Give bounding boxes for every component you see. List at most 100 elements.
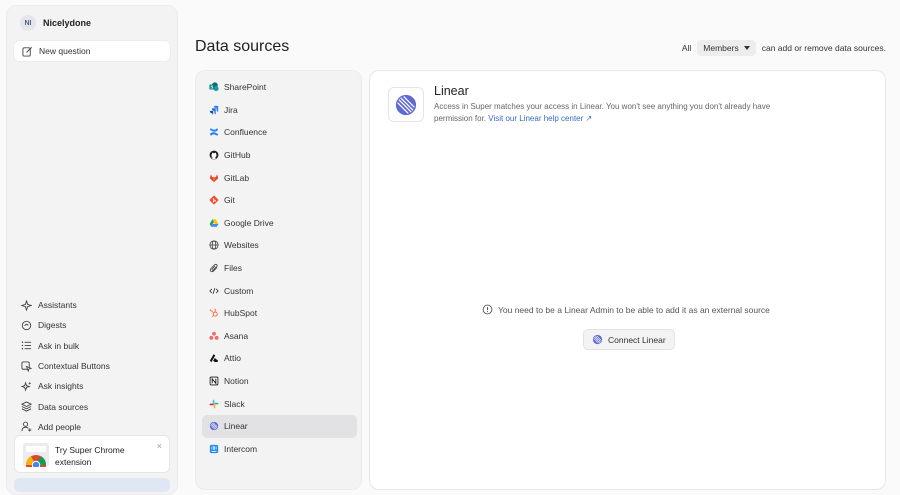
sidebar-item-ask-in-bulk[interactable]: Ask in bulk — [21, 336, 110, 356]
chrome-extension-promo[interactable]: Try Super Chrome extension × — [14, 435, 170, 473]
permission-suffix: can add or remove data sources. — [761, 43, 886, 53]
source-item-label: Websites — [224, 240, 259, 251]
sidebar-item-data-sources[interactable]: Data sources — [21, 396, 110, 416]
globe-icon — [208, 240, 219, 251]
notion-icon — [208, 376, 219, 387]
hubspot-icon — [208, 308, 219, 319]
list-icon — [21, 340, 32, 351]
sidebar-item-label: Assistants — [38, 300, 77, 311]
source-item-hubspot[interactable]: HubSpot — [202, 302, 357, 325]
source-detail-panel: Linear Access in Super matches your acce… — [369, 70, 886, 490]
sidebar-item-label: Contextual Buttons — [38, 361, 110, 372]
source-item-label: Linear — [224, 421, 248, 432]
source-item-asana[interactable]: Asana — [202, 325, 357, 348]
github-icon — [208, 150, 219, 161]
members-dropdown[interactable]: Members — [697, 40, 756, 56]
sidebar-item-digests[interactable]: Digests — [21, 315, 110, 335]
workspace-switcher[interactable]: NI Nicelydone — [20, 15, 91, 31]
source-item-label: Confluence — [224, 127, 268, 138]
svg-text:S: S — [210, 85, 213, 90]
linear-icon — [208, 421, 219, 432]
promo-text: Try Super Chrome extension — [55, 445, 125, 467]
source-item-jira[interactable]: Jira — [202, 99, 357, 122]
sidebar-item-label: Add people — [38, 421, 82, 432]
source-item-sharepoint[interactable]: S SharePoint — [202, 76, 357, 99]
code-icon — [208, 285, 219, 296]
source-item-label: Jira — [224, 104, 238, 115]
attio-icon — [208, 353, 219, 364]
source-item-websites[interactable]: Websites — [202, 234, 357, 257]
source-item-github[interactable]: GitHub — [202, 144, 357, 167]
source-item-label: HubSpot — [224, 308, 258, 319]
sparkle-icon — [21, 299, 32, 311]
edit-icon — [22, 46, 33, 57]
source-item-label: Slack — [224, 398, 245, 409]
source-item-slack[interactable]: Slack — [202, 392, 357, 415]
confluence-icon — [208, 127, 219, 138]
git-icon — [208, 195, 219, 206]
layers-icon — [21, 401, 32, 412]
linear-logo-icon — [388, 87, 424, 122]
chrome-logo-icon — [23, 443, 49, 467]
admin-required-text: You need to be a Linear Admin to be able… — [498, 304, 770, 315]
sidebar-item-label: Digests — [38, 320, 67, 331]
data-source-list: S SharePoint Jira Confluence GitHub GitL… — [202, 76, 357, 460]
google-drive-icon — [208, 217, 219, 228]
new-question-label: New question — [39, 46, 91, 56]
connect-linear-label: Connect Linear — [608, 334, 666, 345]
sidebar-item-ask-insights[interactable]: Ask insights — [21, 376, 110, 396]
source-item-custom[interactable]: Custom — [202, 279, 357, 302]
sidebar-nav: Assistants Digests Ask in bulk Contextua… — [21, 295, 110, 437]
paperclip-icon — [208, 263, 219, 274]
slack-icon — [208, 398, 219, 409]
close-icon[interactable]: × — [157, 441, 162, 451]
source-item-label: GitHub — [224, 150, 251, 161]
data-source-list-panel: S SharePoint Jira Confluence GitHub GitL… — [195, 70, 362, 490]
connect-linear-button[interactable]: Connect Linear — [583, 329, 675, 350]
gitlab-icon — [208, 172, 219, 183]
sidebar-item-assistants[interactable]: Assistants — [21, 295, 110, 315]
source-item-notion[interactable]: Notion — [202, 370, 357, 393]
workspace-name: Nicelydone — [43, 18, 92, 28]
source-item-label: Notion — [224, 376, 249, 387]
cursor-button-icon — [21, 360, 32, 372]
source-item-label: Files — [224, 263, 242, 274]
permission-prefix: All — [681, 43, 692, 53]
source-item-google-drive[interactable]: Google Drive — [202, 212, 357, 235]
source-title: Linear — [434, 84, 469, 98]
members-dropdown-value: Members — [703, 43, 739, 53]
source-item-intercom[interactable]: Intercom — [202, 438, 357, 461]
source-item-label: Git — [224, 195, 235, 206]
new-question-button[interactable]: New question — [14, 41, 170, 61]
source-item-files[interactable]: Files — [202, 257, 357, 280]
sidebar-item-contextual-buttons[interactable]: Contextual Buttons — [21, 356, 110, 376]
sidebar-item-label: Ask insights — [38, 381, 84, 392]
source-description-text: Access in Super matches your access in L… — [434, 102, 771, 123]
insights-sparkle-icon — [21, 381, 32, 392]
source-item-label: SharePoint — [224, 82, 267, 93]
source-item-label: Attio — [224, 353, 242, 364]
admin-required-notice: You need to be a Linear Admin to be able… — [482, 304, 770, 315]
source-item-confluence[interactable]: Confluence — [202, 121, 357, 144]
source-item-label: Google Drive — [224, 217, 274, 228]
source-description: Access in Super matches your access in L… — [434, 101, 784, 125]
linear-icon — [592, 334, 603, 345]
source-item-linear[interactable]: Linear — [202, 414, 357, 438]
digest-icon — [21, 320, 32, 331]
source-item-label: Intercom — [224, 443, 258, 454]
help-center-link[interactable]: Visit our Linear help center ↗ — [488, 114, 592, 123]
source-item-label: Asana — [224, 330, 249, 341]
source-item-git[interactable]: Git — [202, 189, 357, 212]
caret-down-icon — [743, 46, 750, 50]
sidebar: NI Nicelydone New question Assistants Di… — [6, 5, 178, 495]
permission-setting: All Members can add or remove data sourc… — [682, 40, 886, 56]
info-icon — [482, 304, 493, 315]
workspace-avatar: NI — [20, 15, 36, 31]
page-title: Data sources — [195, 38, 290, 55]
source-item-label: Custom — [224, 285, 254, 296]
intercom-icon — [208, 443, 219, 454]
source-item-gitlab[interactable]: GitLab — [202, 166, 357, 189]
source-item-attio[interactable]: Attio — [202, 347, 357, 370]
sidebar-item-label: Data sources — [38, 401, 89, 412]
source-item-label: GitLab — [224, 172, 250, 183]
